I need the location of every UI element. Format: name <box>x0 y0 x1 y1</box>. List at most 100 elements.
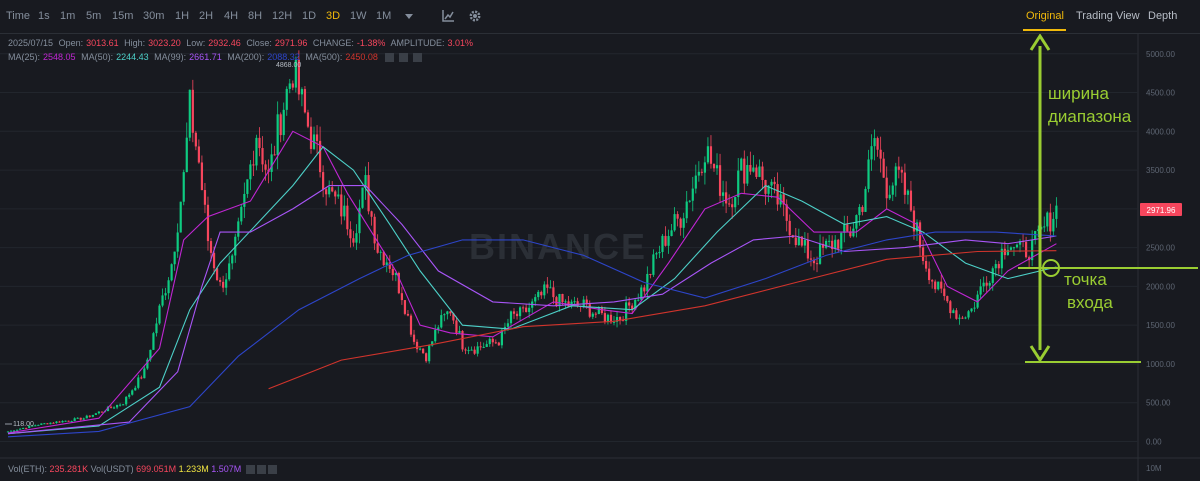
indicator-icon[interactable] <box>441 9 455 23</box>
ma25-label: MA(25): <box>8 52 41 62</box>
interval-2h[interactable]: 2H <box>199 0 213 33</box>
interval-1h[interactable]: 1H <box>175 0 189 33</box>
tab-depth[interactable]: Depth <box>1148 0 1177 33</box>
candle-body <box>1043 226 1046 228</box>
range-label-line2: диапазона <box>1048 107 1132 126</box>
interval-1d[interactable]: 1D <box>302 0 316 33</box>
vol-ma1-value: 1.233M <box>178 464 209 474</box>
candle-body <box>173 251 176 265</box>
candle-body <box>415 341 419 350</box>
y-tick-label: 1000.00 <box>1146 360 1175 369</box>
candle-body <box>334 191 337 197</box>
candle-body <box>867 159 870 189</box>
candle-body <box>1024 241 1028 258</box>
ma200-label: MA(200): <box>227 52 265 62</box>
vol-eye-icon[interactable] <box>245 465 255 475</box>
candle-body <box>776 184 779 205</box>
candle-body <box>721 192 725 196</box>
candle-body <box>97 411 100 414</box>
candle-body <box>770 181 773 186</box>
interval-1w[interactable]: 1W <box>350 0 367 33</box>
candle-body <box>491 338 494 343</box>
y-tick-label: 4500.00 <box>1146 89 1175 98</box>
interval-1m-month[interactable]: 1M <box>376 0 391 33</box>
candle-body <box>806 239 810 259</box>
y-tick-label: 3500.00 <box>1146 166 1175 175</box>
close-value: 2971.96 <box>274 38 308 48</box>
chevron-down-icon[interactable] <box>404 13 414 21</box>
interval-1s[interactable]: 1s <box>38 0 50 33</box>
candle-body <box>815 263 819 265</box>
candle-body <box>561 293 564 302</box>
candle-body <box>19 428 22 430</box>
ma-close-icon[interactable] <box>413 53 423 63</box>
interval-1m[interactable]: 1m <box>60 0 75 33</box>
amplitude-value: 3.01% <box>447 38 473 48</box>
candle-body <box>709 146 713 164</box>
interval-8h[interactable]: 8H <box>248 0 262 33</box>
candle-body <box>740 158 743 171</box>
volume-info: Vol(ETH): 235.281K Vol(USDT) 699.051M 1.… <box>8 464 277 475</box>
candle-body <box>870 146 873 160</box>
candle-body <box>549 287 552 289</box>
candle-body <box>115 404 119 408</box>
candle-body <box>197 146 200 163</box>
low-label: Low: <box>186 38 206 48</box>
candle-body <box>924 261 928 269</box>
candle-body <box>55 421 58 423</box>
candle-body <box>755 167 758 177</box>
candle-body <box>861 206 864 212</box>
candle-body <box>970 308 973 312</box>
candle-body <box>164 293 167 296</box>
interval-12h[interactable]: 12H <box>272 0 292 33</box>
interval-3d[interactable]: 3D <box>326 0 340 33</box>
tab-trading-view[interactable]: Trading View <box>1076 0 1140 33</box>
candle-body <box>464 349 467 351</box>
candle-body <box>1006 249 1009 256</box>
interval-5m[interactable]: 5m <box>86 0 101 33</box>
candle-body <box>746 164 749 184</box>
candle-body <box>109 406 113 408</box>
candle-body <box>270 154 273 172</box>
candle-body <box>273 154 276 156</box>
candle-body <box>152 333 155 350</box>
candle-body <box>167 280 170 294</box>
ma-settings-icon[interactable] <box>399 53 409 63</box>
candle-body <box>473 349 476 354</box>
candlestick-chart[interactable]: 0.00 500.00 1000.00 1500.00 2000.00 2500.00 30… <box>0 0 1200 481</box>
candle-body <box>900 169 903 173</box>
vol-close-icon[interactable] <box>267 465 277 475</box>
ma-eye-icon[interactable] <box>385 53 395 63</box>
candle-body <box>512 311 516 314</box>
candle-body <box>749 164 752 172</box>
vol-usdt-label: Vol(USDT) <box>90 464 134 474</box>
candle-body <box>558 293 561 307</box>
candle-body <box>737 170 740 198</box>
candle-body <box>934 281 937 290</box>
candle-body <box>100 411 104 413</box>
candle-body <box>728 203 731 205</box>
candle-body <box>670 230 673 237</box>
candle-body <box>667 236 670 246</box>
y-tick-label: 2500.00 <box>1146 244 1175 253</box>
interval-4h[interactable]: 4H <box>224 0 238 33</box>
candle-body <box>418 348 422 350</box>
candle-body <box>306 112 310 127</box>
candle-body <box>231 255 234 264</box>
candle-body <box>476 346 479 354</box>
candle-body <box>140 377 143 379</box>
candle-body <box>212 252 216 269</box>
vol-settings-icon[interactable] <box>256 465 266 475</box>
candle-body <box>891 185 894 195</box>
candle-body <box>94 413 97 415</box>
candle-body <box>73 418 76 422</box>
interval-15m[interactable]: 15m <box>112 0 133 33</box>
candle-body <box>788 220 791 236</box>
interval-30m[interactable]: 30m <box>143 0 164 33</box>
candle-body <box>188 89 191 138</box>
candle-body <box>803 239 806 246</box>
ma50-label: MA(50): <box>81 52 114 62</box>
gear-icon[interactable] <box>468 9 482 23</box>
open-label: Open: <box>58 38 84 48</box>
candle-body <box>470 349 473 351</box>
